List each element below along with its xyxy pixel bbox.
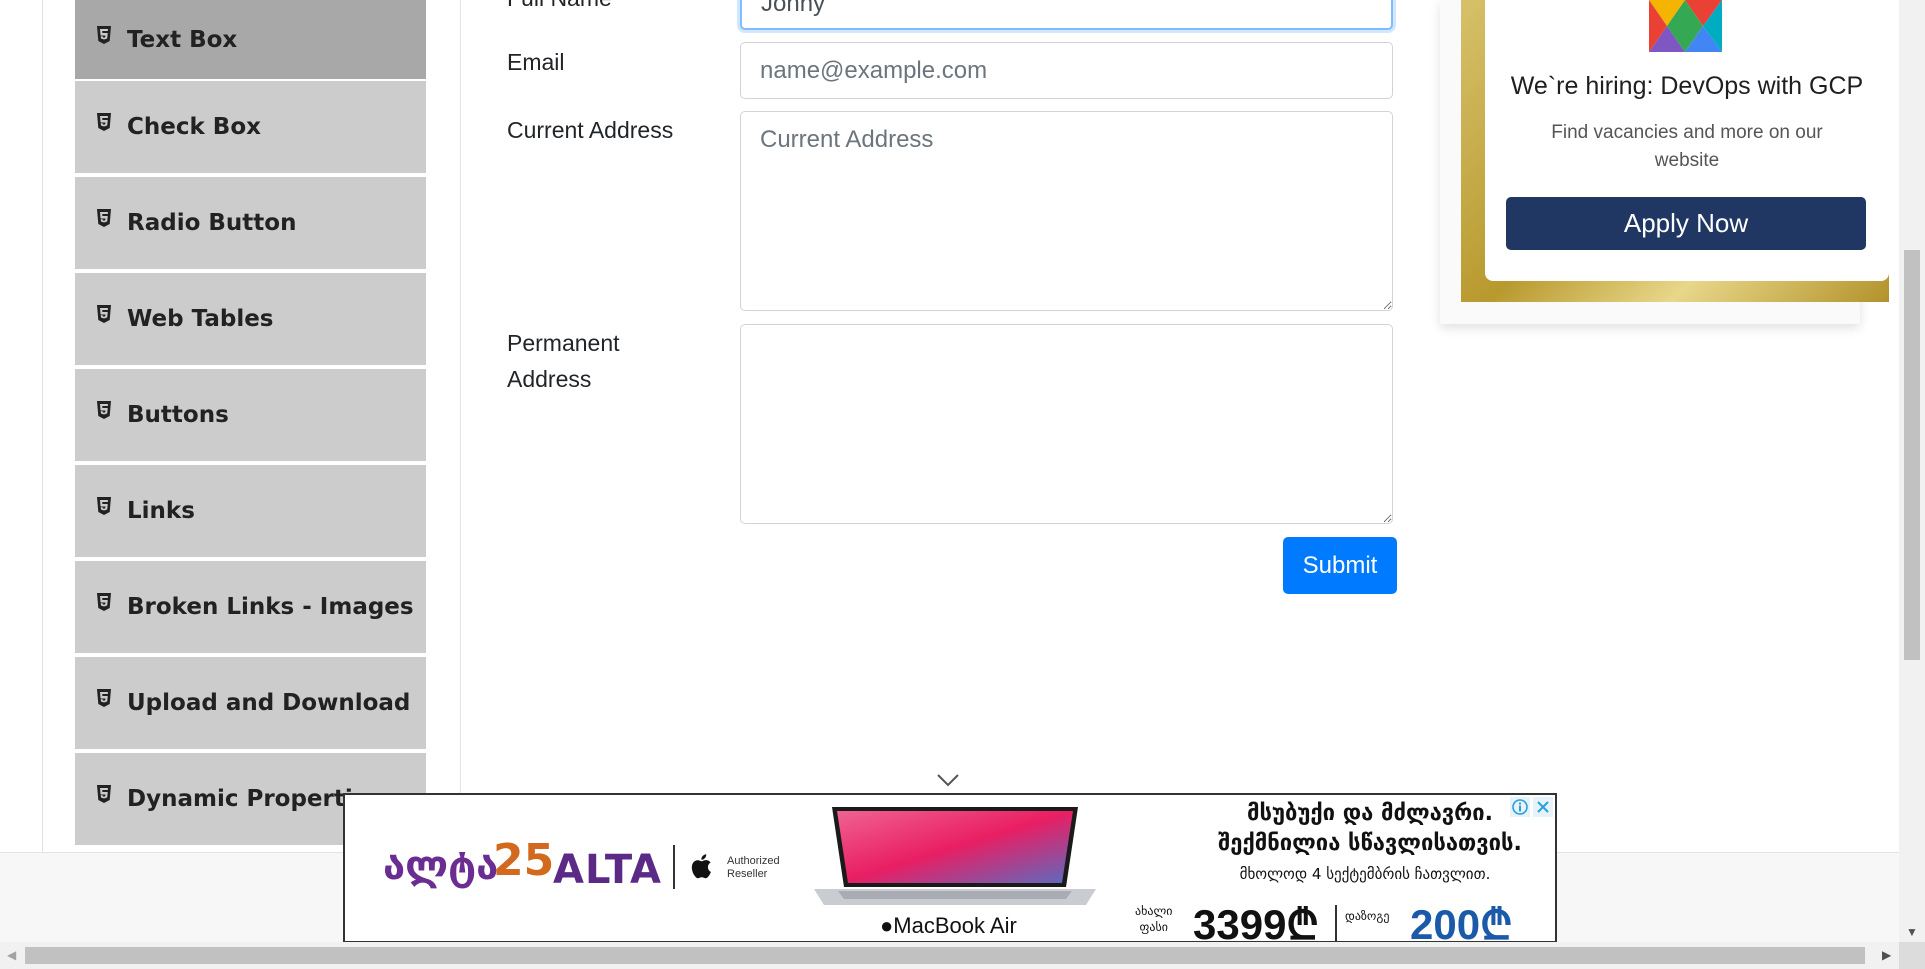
sidebar-item-label: Upload and Download xyxy=(127,690,411,716)
banner-price: 3399₾ xyxy=(1193,901,1319,943)
banner-price-divider xyxy=(1335,905,1337,941)
sidebar-item-label: Web Tables xyxy=(127,306,274,332)
banner-note: მხოლოდ 4 სექტემბრის ჩათვლით. xyxy=(1239,865,1491,883)
current-address-field[interactable] xyxy=(740,111,1393,311)
banner-headline: მსუბუქი და მძლავრი. შექმნილია სწავლისათვ… xyxy=(1205,799,1535,859)
html5-icon xyxy=(97,113,111,131)
sidebar-item-label: Text Box xyxy=(127,26,238,53)
html5-icon xyxy=(97,497,111,515)
sidebar-item-label: Buttons xyxy=(127,402,229,428)
page-left-border xyxy=(42,0,43,852)
permanent-address-label-line2: Address xyxy=(507,366,592,392)
new-price-label-line2: ფასი xyxy=(1139,920,1168,934)
sidebar-item-radio-button[interactable]: Radio Button xyxy=(75,177,426,271)
sidebar-item-label: Check Box xyxy=(127,114,261,140)
savings-label: დაზოგე xyxy=(1345,909,1390,923)
sidebar-item-text-box[interactable]: Text Box xyxy=(75,0,426,81)
company-logo-icon xyxy=(1649,0,1722,52)
banner-divider xyxy=(673,845,675,889)
scroll-left-arrow-icon[interactable]: ◀ xyxy=(7,948,16,962)
sidebar-item-upload-download[interactable]: Upload and Download xyxy=(75,657,426,751)
apply-now-button[interactable]: Apply Now xyxy=(1506,197,1866,250)
banner-savings: 200₾ xyxy=(1410,901,1513,943)
current-address-label: Current Address xyxy=(507,117,674,143)
ad-info-icon[interactable] xyxy=(1510,797,1530,817)
banner-headline-line2: შექმნილია სწავლისათვის. xyxy=(1218,831,1522,856)
html5-icon xyxy=(97,593,111,611)
sidebar-item-check-box[interactable]: Check Box xyxy=(75,81,426,175)
ad-title: We`re hiring: DevOps with GCP xyxy=(1510,72,1864,100)
html5-icon xyxy=(97,305,111,323)
apple-glyph-icon: ● xyxy=(880,913,894,938)
scroll-right-arrow-icon[interactable]: ▶ xyxy=(1882,948,1891,962)
new-price-label-line1: ახალი xyxy=(1135,904,1173,918)
ad-close-icon[interactable] xyxy=(1533,797,1553,817)
sidebar-item-web-tables[interactable]: Web Tables xyxy=(75,273,426,367)
full-name-field[interactable] xyxy=(740,0,1393,30)
apple-logo-icon xyxy=(691,854,711,879)
sidebar-right-border xyxy=(460,0,461,852)
reseller-label: Reseller xyxy=(727,868,768,880)
email-label: Email xyxy=(507,49,565,75)
authorized-reseller-text: Authorized Reseller xyxy=(727,855,780,881)
horizontal-scrollbar-thumb[interactable] xyxy=(25,947,1865,964)
full-name-label: Full Name xyxy=(507,0,612,16)
macbook-image xyxy=(814,807,1096,905)
html5-icon xyxy=(97,689,111,707)
authorized-label: Authorized xyxy=(727,855,780,867)
banner-headline-line1: მსუბუქი და მძლავრი. xyxy=(1246,801,1494,826)
scrollbar-corner xyxy=(1899,942,1925,969)
html5-icon xyxy=(97,401,111,419)
banner-brand: ALTA xyxy=(553,847,662,893)
product-label: MacBook Air xyxy=(893,913,1017,938)
sidebar-item-label: Links xyxy=(127,498,195,524)
html5-icon xyxy=(97,785,111,803)
submit-button[interactable]: Submit xyxy=(1283,537,1397,594)
chevron-down-icon[interactable] xyxy=(936,773,960,787)
html5-icon xyxy=(97,209,111,227)
ad-banner[interactable]: ალტა 25 ALTA Authorized Reseller ●MacBoo… xyxy=(343,793,1557,943)
sidebar-item-label: Broken Links - Images xyxy=(127,594,414,620)
ad-subtitle: Find vacancies and more on our website xyxy=(1551,122,1823,171)
sidebar-item-buttons[interactable]: Buttons xyxy=(75,369,426,463)
sidebar-item-label: Radio Button xyxy=(127,210,297,236)
scroll-down-arrow-icon[interactable]: ▼ xyxy=(1906,925,1918,939)
product-name: ●MacBook Air xyxy=(880,913,1017,939)
new-price-label: ახალი ფასი xyxy=(1135,903,1172,935)
permanent-address-label: Permanent Address xyxy=(507,325,620,397)
sidebar-item-links[interactable]: Links xyxy=(75,465,426,559)
banner-anniversary: 25 xyxy=(493,835,555,886)
permanent-address-field[interactable] xyxy=(740,324,1393,524)
email-field[interactable] xyxy=(740,42,1393,99)
html5-icon xyxy=(97,25,111,44)
vertical-scrollbar-thumb[interactable] xyxy=(1904,250,1920,660)
sidebar-item-broken-links[interactable]: Broken Links - Images xyxy=(75,561,426,655)
permanent-address-label-line1: Permanent xyxy=(507,330,620,356)
banner-brand-georgian: ალტა xyxy=(383,843,499,889)
